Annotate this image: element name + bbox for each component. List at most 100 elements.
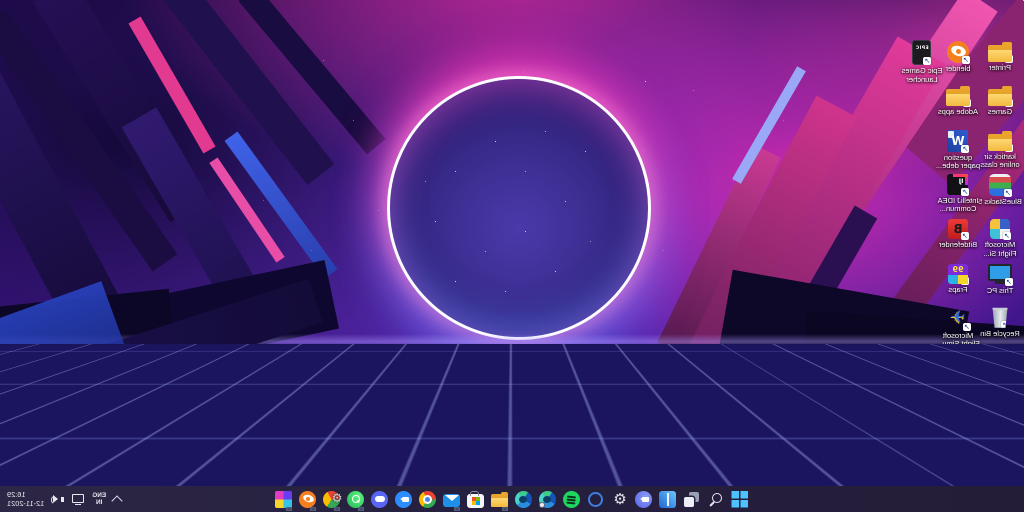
running-indicator bbox=[454, 507, 460, 511]
clock-date: 12-11-2021 bbox=[7, 499, 44, 508]
desktop-icon-games[interactable]: ↗Games bbox=[980, 84, 1020, 117]
widgets-button[interactable] bbox=[656, 486, 680, 512]
desktop-icon-epic-games-launcher[interactable]: EPIC↗Epic GamesLauncher bbox=[902, 40, 942, 84]
desktop-icon-nvidia-gefor[interactable]: ↗NVIDIAGeFor... bbox=[980, 350, 1020, 391]
volume-icon[interactable] bbox=[51, 493, 64, 505]
mail-button[interactable] bbox=[440, 486, 464, 512]
folder-icon: ↗ bbox=[988, 134, 1012, 151]
shortcut-arrow-icon: ↗ bbox=[961, 277, 969, 285]
blender-icon: ↗ bbox=[947, 41, 969, 63]
ring-app-button[interactable] bbox=[584, 486, 608, 512]
discord-icon bbox=[372, 491, 389, 508]
shortcut-arrow-icon: ↗ bbox=[1004, 409, 1012, 417]
desktop-icon-this-pc[interactable]: ↗This PC bbox=[980, 262, 1020, 296]
edge-icon bbox=[516, 491, 533, 508]
folder-icon: ↗ bbox=[988, 45, 1012, 62]
desktop-icon-label: BlueStacks 5 bbox=[978, 198, 1022, 207]
desktop-icon-bitdefender[interactable]: B↗Bitdefender bbox=[938, 217, 978, 250]
shortcut-arrow-icon: ↗ bbox=[1003, 232, 1011, 240]
blender-app-icon bbox=[300, 491, 317, 508]
desktop-icon-adobe-apps[interactable]: ↗Adobe apps bbox=[938, 84, 978, 117]
desktop-icon-label: ProtonVPN bbox=[939, 375, 977, 384]
edge-button[interactable] bbox=[512, 486, 536, 512]
taskbar: ENG IN 16:29 12-11-2021 bbox=[0, 486, 1024, 512]
chrome-button[interactable] bbox=[416, 486, 440, 512]
chat-button[interactable] bbox=[632, 486, 656, 512]
desktop-icon-microsoft-flight-simu[interactable]: ✈↗ MicrosoftFlight Simu... bbox=[938, 306, 978, 349]
shortcut-arrow-icon: ↗ bbox=[1002, 321, 1010, 329]
desktop-icon-intellij-idea[interactable]: IJ↗ IntelliJ IDEACommun... bbox=[938, 173, 978, 214]
fraps-app-icon bbox=[276, 491, 293, 508]
whatsapp-button[interactable] bbox=[344, 486, 368, 512]
edge-beta-button[interactable] bbox=[536, 486, 560, 512]
desktop-icon-label: This PC bbox=[987, 287, 1014, 296]
edge-beta-icon bbox=[540, 491, 557, 508]
desktop-icon-bluestacks-5[interactable]: ↗BlueStacks 5 bbox=[980, 173, 1020, 207]
msi-icon: ↗ bbox=[984, 435, 1015, 466]
desktop-icon-label: BlueJ bbox=[949, 463, 968, 472]
clock[interactable]: 16:29 12-11-2021 bbox=[7, 490, 44, 508]
gears-app-icon bbox=[324, 491, 341, 508]
desktop-icon-protonvpn[interactable]: ↗ProtonVPN bbox=[938, 350, 978, 384]
desktop-icon-label: MicrosoftFlight Si... bbox=[983, 241, 1016, 258]
notification-badge bbox=[540, 502, 546, 508]
hidden-icons-chevron-icon[interactable] bbox=[111, 495, 122, 506]
desktop-icon-fraps[interactable]: 99↗Fraps bbox=[938, 262, 978, 295]
zoom-button[interactable] bbox=[392, 486, 416, 512]
zoom-icon bbox=[396, 491, 413, 508]
shortcut-arrow-icon: ↗ bbox=[962, 145, 970, 153]
shortcut-arrow-icon: ↗ bbox=[1005, 99, 1013, 107]
desktop-icon-question-paper[interactable]: W↗questionpaper debe... bbox=[938, 129, 978, 171]
discord-button[interactable] bbox=[368, 486, 392, 512]
running-indicator bbox=[334, 507, 340, 511]
steam-icon: ↗ bbox=[947, 395, 969, 417]
desktop-icon-geforce-experience[interactable]: ↗GeForceExperience bbox=[980, 394, 1020, 435]
desktop-icon-blender[interactable]: ↗blender bbox=[938, 40, 978, 74]
file-explorer-icon bbox=[492, 494, 509, 507]
shortcut-arrow-icon: ↗ bbox=[962, 410, 970, 418]
desktop-icon-kartick-sir-online-class[interactable]: ↗kartick sironline class bbox=[980, 129, 1020, 170]
shortcut-arrow-icon: ↗ bbox=[963, 99, 971, 107]
intellij-icon: IJ↗ bbox=[948, 174, 969, 195]
shortcut-arrow-icon: ↗ bbox=[962, 366, 970, 374]
running-indicator bbox=[286, 507, 292, 511]
desktop-icon-msi-afterburner[interactable]: ↗ MSIAfterburner bbox=[980, 439, 1020, 481]
word-icon: W↗ bbox=[948, 130, 969, 152]
plane-icon: ✈↗ bbox=[946, 306, 970, 330]
network-icon[interactable] bbox=[71, 493, 85, 505]
desktop-icon-label: IntelliJ IDEACommun... bbox=[938, 197, 979, 214]
desktop-icon-label: Games bbox=[988, 108, 1012, 117]
gears-app-button[interactable] bbox=[320, 486, 344, 512]
start-button[interactable] bbox=[728, 486, 752, 512]
desktop-icon-microsoft-flight-si[interactable]: ↗MicrosoftFlight Si... bbox=[980, 217, 1020, 258]
microsoft-store-icon bbox=[468, 494, 485, 508]
ring-app-icon bbox=[589, 492, 604, 507]
chrome-icon bbox=[420, 491, 437, 508]
task-view-button[interactable] bbox=[680, 486, 704, 512]
file-explorer-button[interactable] bbox=[488, 486, 512, 512]
microsoft-store-button[interactable] bbox=[464, 486, 488, 512]
fraps-icon: 99↗ bbox=[948, 264, 968, 284]
running-indicator bbox=[310, 507, 316, 511]
desktop-icon-recycle-bin[interactable]: ↗Recycle Bin bbox=[980, 306, 1020, 339]
language-indicator[interactable]: ENG IN bbox=[92, 492, 106, 507]
desktop-icon-label: Adobe apps bbox=[938, 108, 978, 117]
system-tray: ENG IN 16:29 12-11-2021 bbox=[3, 486, 125, 512]
settings-button[interactable] bbox=[608, 486, 632, 512]
shortcut-arrow-icon: ↗ bbox=[924, 57, 932, 65]
desktop-icon-printer[interactable]: ↗Printer bbox=[980, 40, 1020, 73]
msfs-icon: ↗ bbox=[990, 219, 1010, 239]
desktop-icon-label: MicrosoftFlight Simu... bbox=[936, 332, 980, 349]
spotify-icon bbox=[564, 491, 581, 508]
search-button[interactable] bbox=[704, 486, 728, 512]
shortcut-arrow-icon: ↗ bbox=[1001, 445, 1012, 456]
geforce-icon: ↗ bbox=[990, 395, 1011, 416]
desktop-icon-bluej[interactable]: ↗BlueJ bbox=[938, 439, 978, 472]
blender-app-button[interactable] bbox=[296, 486, 320, 512]
fraps-app-button[interactable] bbox=[272, 486, 296, 512]
desktop-icon-label: GeForceExperience bbox=[981, 418, 1019, 435]
desktop-icon-steam[interactable]: ↗Steam bbox=[938, 394, 978, 428]
desktop-icon-label: MSIAfterburner bbox=[981, 464, 1019, 481]
spotify-button[interactable] bbox=[560, 486, 584, 512]
neon-ring bbox=[387, 76, 651, 340]
